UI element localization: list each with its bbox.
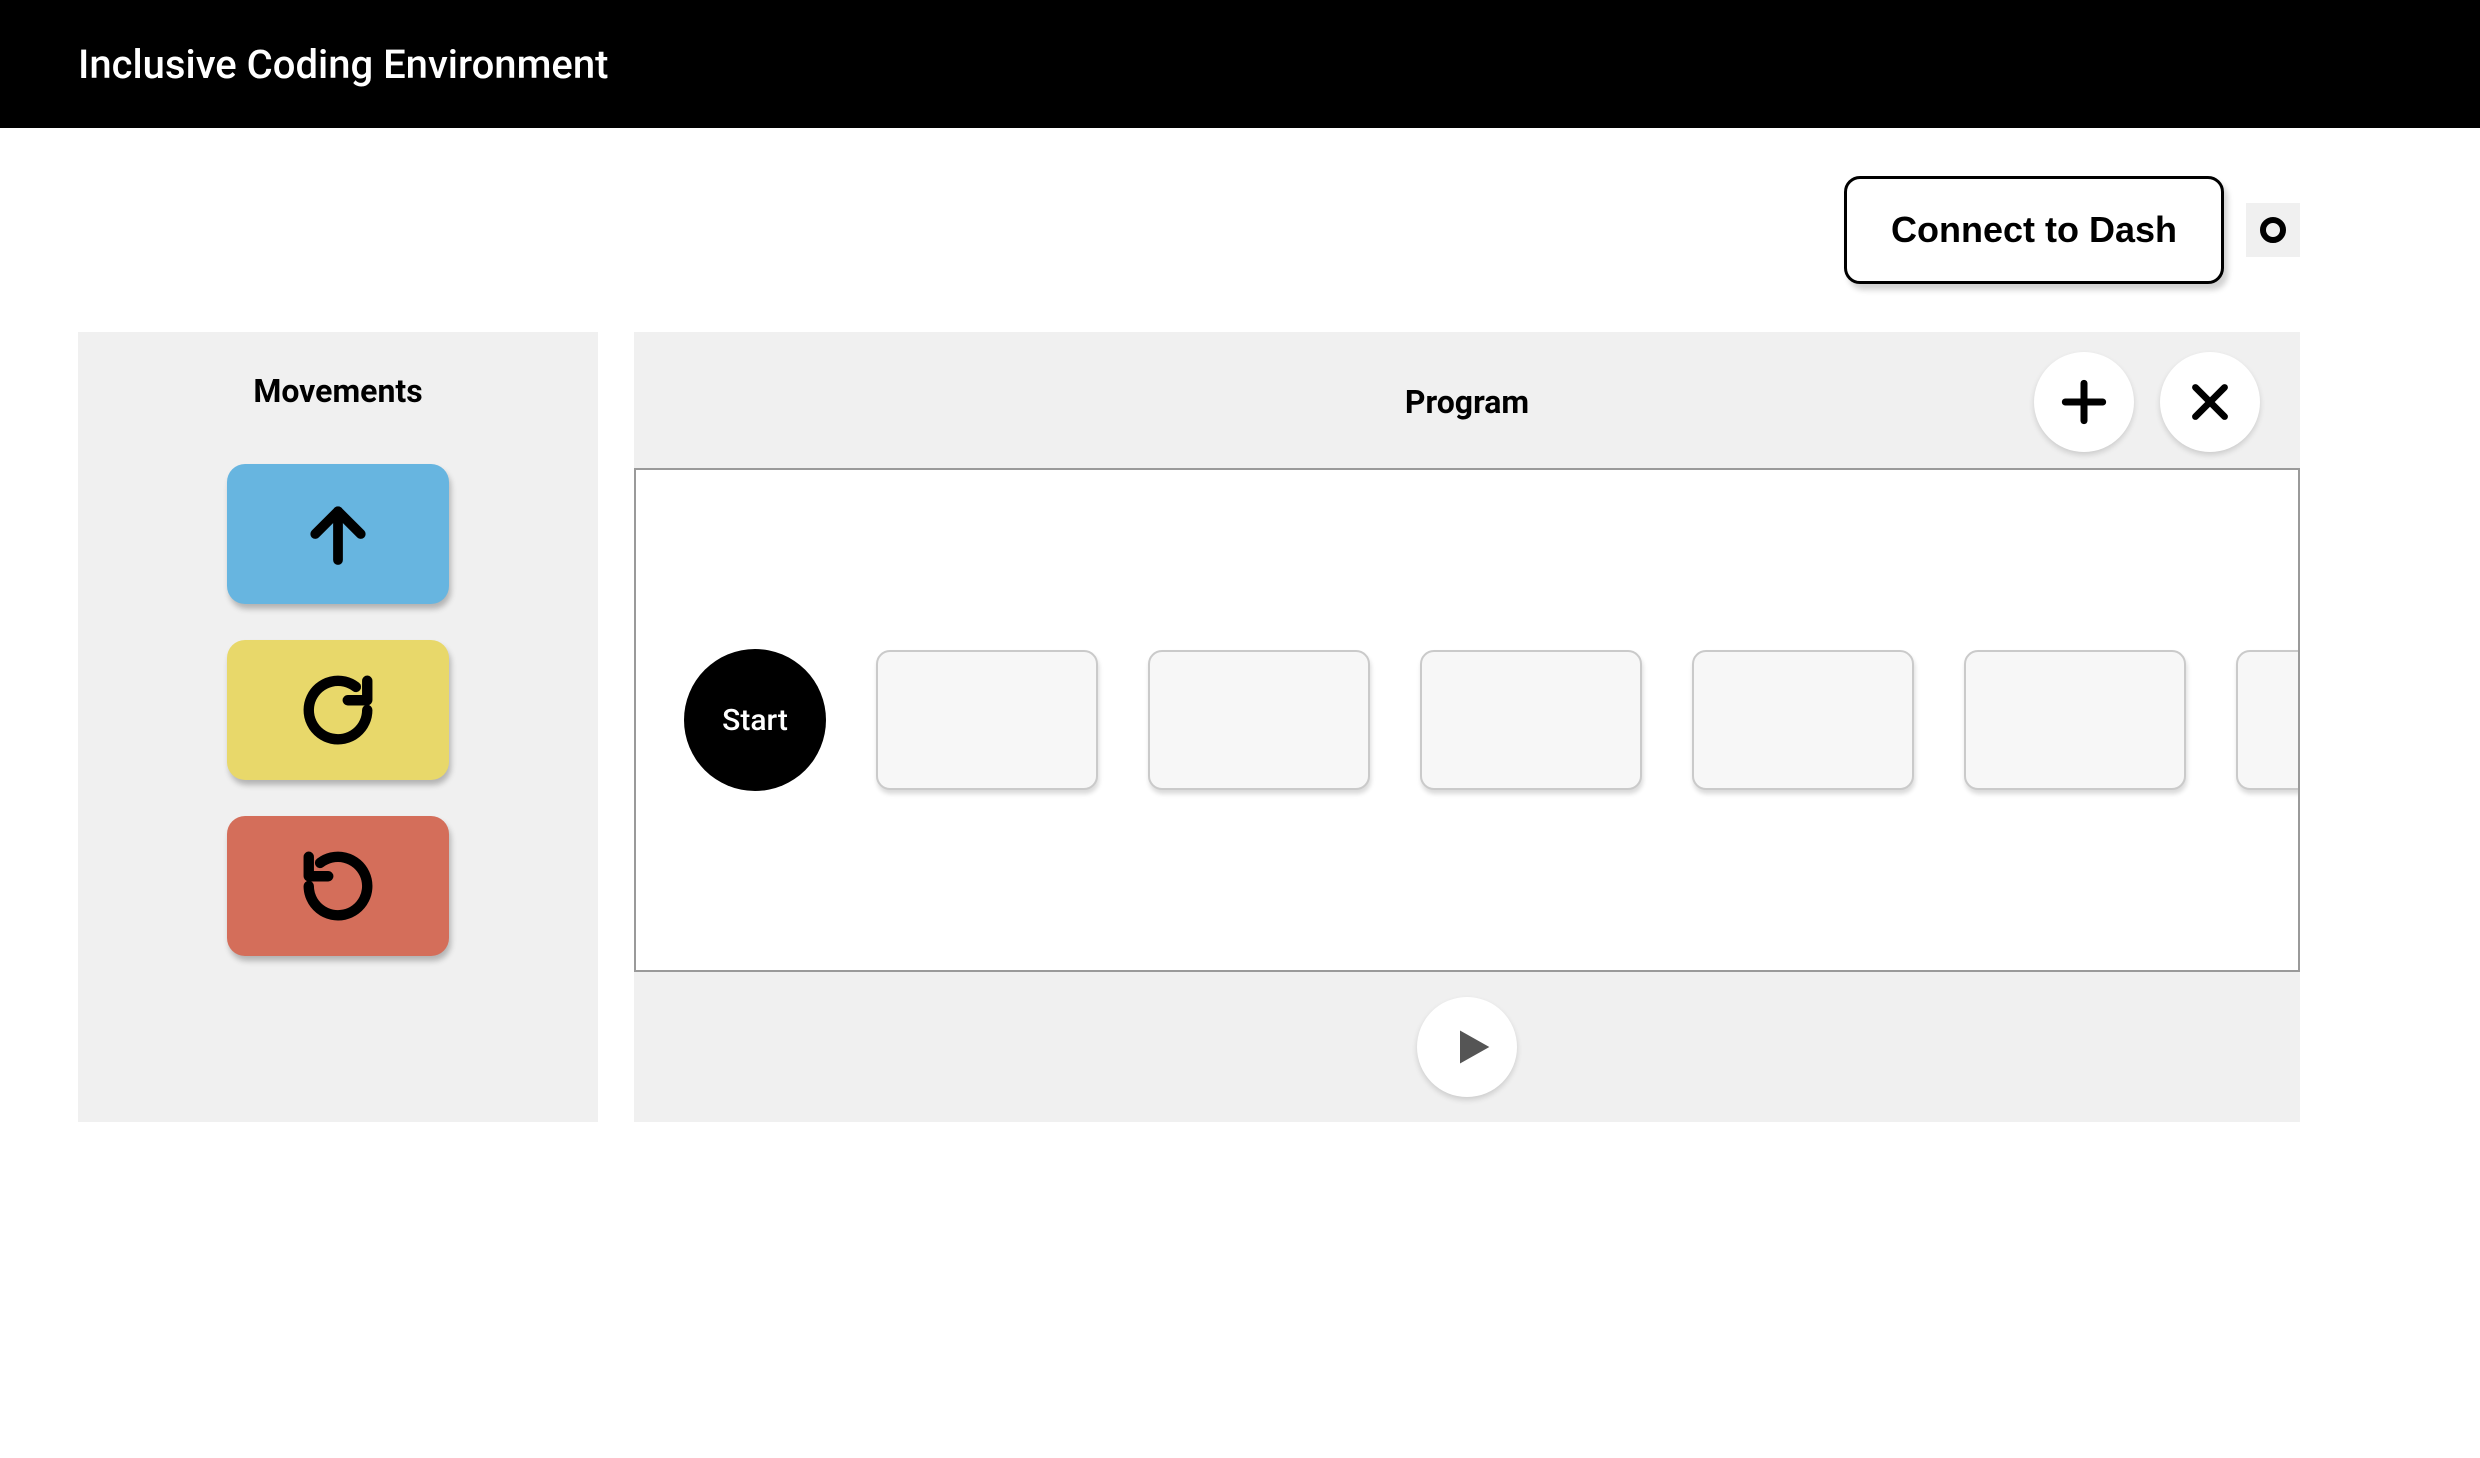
app-header: Inclusive Coding Environment [0, 0, 2480, 128]
program-slot[interactable] [876, 650, 1098, 790]
app-title: Inclusive Coding Environment [78, 41, 608, 88]
run-program-button[interactable] [1417, 997, 1517, 1097]
plus-icon [2056, 374, 2112, 430]
top-bar: Connect to Dash [0, 128, 2480, 332]
connect-to-dash-button[interactable]: Connect to Dash [1844, 176, 2224, 284]
clear-program-button[interactable] [2160, 352, 2260, 452]
arrow-up-icon [299, 495, 377, 573]
movement-turn-right[interactable] [227, 640, 449, 780]
program-slot[interactable] [1148, 650, 1370, 790]
program-panel: Program Start [634, 332, 2300, 1122]
program-slot[interactable] [2236, 650, 2300, 790]
start-node: Start [684, 649, 826, 791]
program-actions [2034, 352, 2260, 452]
program-slot[interactable] [1964, 650, 2186, 790]
program-header: Program [634, 332, 2300, 468]
main-area: Movements Program [0, 332, 2480, 1122]
program-title: Program [1405, 383, 1529, 421]
run-bar [634, 972, 2300, 1122]
movements-panel: Movements [78, 332, 598, 1122]
x-icon [2185, 377, 2235, 427]
rotate-cw-icon [299, 671, 377, 749]
connection-status [2246, 203, 2300, 257]
rotate-ccw-icon [299, 847, 377, 925]
status-circle-icon [2258, 215, 2288, 245]
movement-turn-left[interactable] [227, 816, 449, 956]
movements-title: Movements [253, 372, 422, 410]
program-strip: Start [634, 468, 2300, 972]
movement-forward[interactable] [227, 464, 449, 604]
program-slot[interactable] [1420, 650, 1642, 790]
play-icon [1449, 1025, 1493, 1069]
start-label: Start [722, 703, 788, 738]
program-slot[interactable] [1692, 650, 1914, 790]
add-step-button[interactable] [2034, 352, 2134, 452]
connect-button-label: Connect to Dash [1891, 209, 2177, 250]
